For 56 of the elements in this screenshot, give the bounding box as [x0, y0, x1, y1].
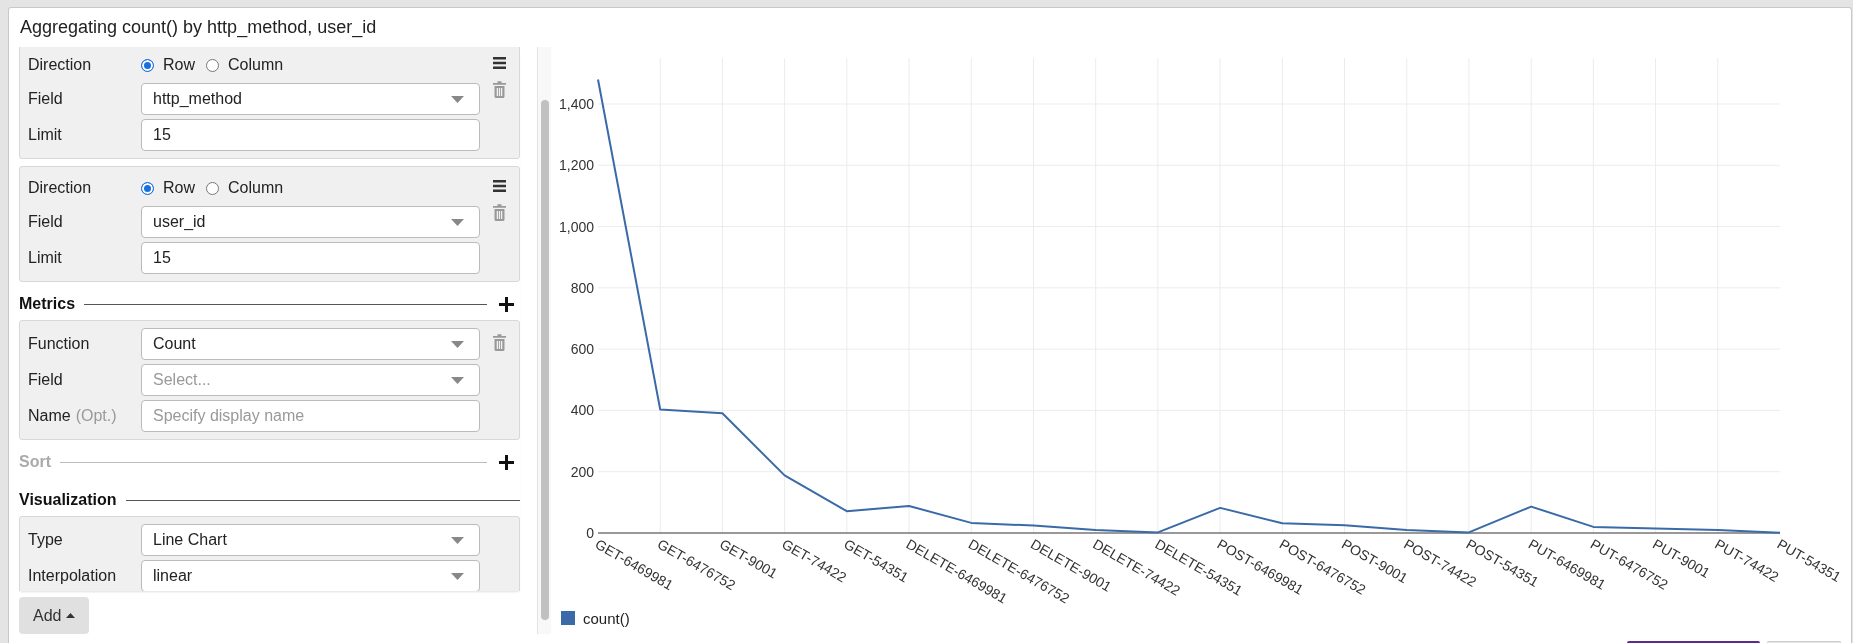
section-heading: Sort — [19, 453, 51, 471]
field-label: Field — [28, 90, 63, 108]
field-label: Interpolation — [28, 567, 117, 585]
radio-label[interactable]: Row — [163, 56, 195, 74]
field-label: Direction — [28, 56, 92, 74]
dropdown-select[interactable]: Line Chart — [141, 524, 480, 556]
caret-down-icon — [451, 218, 464, 226]
radio-label[interactable]: Column — [228, 56, 284, 74]
dropdown-select[interactable]: http_method — [141, 83, 480, 115]
section-heading: Visualization — [19, 491, 117, 509]
optional-hint: (Opt.) — [75, 407, 117, 425]
y-axis-label: 400 — [570, 402, 594, 419]
text-input[interactable]: 15 — [141, 242, 480, 274]
radio-button[interactable] — [141, 58, 154, 72]
y-axis-label: 1,400 — [558, 95, 594, 112]
field-label: Name — [28, 407, 71, 425]
caret-down-icon — [451, 376, 464, 384]
field-label: Type — [28, 531, 63, 549]
y-axis-label: 1,000 — [558, 218, 594, 235]
trash-icon[interactable] — [492, 204, 506, 221]
caret-up-icon — [66, 613, 76, 618]
caret-down-icon — [451, 536, 464, 544]
field-label: Field — [28, 371, 63, 389]
dropdown-select[interactable]: Count — [141, 328, 480, 360]
dropdown-select[interactable]: user_id — [141, 206, 480, 238]
field-label: Direction — [28, 179, 92, 197]
trash-icon[interactable] — [492, 81, 506, 98]
radio-label[interactable]: Row — [163, 179, 195, 197]
trash-icon[interactable] — [492, 334, 506, 351]
add-button[interactable]: Add — [19, 597, 90, 634]
menu-icon[interactable] — [492, 180, 506, 192]
y-axis-label: 0 — [586, 525, 594, 541]
field-label: Limit — [28, 126, 62, 144]
field-label: Field — [28, 213, 63, 231]
menu-icon[interactable] — [492, 57, 506, 69]
y-axis-label: 1,200 — [558, 157, 594, 174]
caret-down-icon — [451, 340, 464, 348]
radio-button[interactable] — [206, 58, 219, 72]
text-input[interactable]: 15 — [141, 119, 480, 151]
scrollbar-thumb[interactable] — [541, 100, 549, 620]
caret-down-icon — [451, 95, 464, 103]
radio-button[interactable] — [206, 181, 219, 195]
y-axis-label: 200 — [570, 463, 594, 480]
card-title: Aggregating count() by http_method, user_id — [20, 17, 377, 38]
field-label: Function — [28, 335, 90, 353]
y-axis-label: 800 — [570, 279, 594, 296]
y-axis-label: 600 — [570, 341, 594, 358]
field-label: Limit — [28, 249, 62, 267]
plus-icon[interactable] — [499, 296, 514, 312]
legend-label: count() — [583, 609, 630, 627]
text-input[interactable]: Specify display name — [141, 400, 480, 432]
radio-button[interactable] — [141, 181, 154, 195]
dropdown-select[interactable]: linear — [141, 560, 480, 591]
caret-down-icon — [451, 572, 464, 580]
section-heading: Metrics — [19, 295, 76, 313]
radio-label[interactable]: Column — [228, 179, 284, 197]
